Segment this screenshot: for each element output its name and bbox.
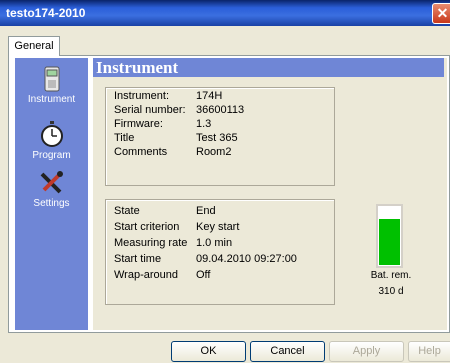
info-label: Title bbox=[114, 132, 135, 144]
title-bar[interactable]: testo174-2010 ✕ bbox=[0, 0, 450, 26]
battery-level-fill bbox=[379, 219, 400, 265]
sidebar-item-instrument-label: Instrument bbox=[27, 94, 76, 105]
ok-button[interactable]: OK bbox=[171, 341, 246, 362]
status-label: Start criterion bbox=[114, 221, 180, 233]
info-value: Test 365 bbox=[196, 132, 238, 144]
help-button[interactable]: Help bbox=[408, 341, 450, 362]
window-title: testo174-2010 bbox=[6, 6, 86, 20]
status-label: Start time bbox=[114, 253, 162, 265]
info-label: Firmware: bbox=[114, 118, 163, 130]
apply-button[interactable]: Apply bbox=[329, 341, 404, 362]
info-value: Room2 bbox=[196, 146, 232, 158]
page-title: Instrument bbox=[93, 58, 444, 77]
sidebar-item-settings[interactable]: Settings bbox=[15, 170, 88, 209]
status-label: Wrap-around bbox=[114, 269, 178, 281]
status-label: Measuring rate bbox=[114, 237, 188, 249]
sidebar-item-settings-label: Settings bbox=[33, 198, 70, 209]
status-group: State End Start criterion Key start Measur… bbox=[105, 199, 335, 305]
status-value: 09.04.2010 09:27:00 bbox=[196, 253, 297, 265]
battery-gauge bbox=[376, 204, 403, 268]
battery-label: Bat. rem. bbox=[370, 270, 412, 281]
stopwatch-icon bbox=[40, 121, 63, 147]
info-value: 1.3 bbox=[196, 118, 212, 130]
instrument-icon bbox=[44, 66, 59, 92]
info-value: 174H bbox=[196, 90, 223, 102]
sidebar-item-instrument[interactable]: Instrument bbox=[15, 66, 88, 105]
info-label: Instrument: bbox=[114, 90, 170, 102]
sidebar-item-program-label: Program bbox=[32, 150, 71, 161]
sidebar: Instrument Program Settings bbox=[15, 58, 88, 330]
info-value: 36600113 bbox=[196, 104, 245, 116]
status-value: Off bbox=[196, 269, 211, 281]
tab-general[interactable]: General bbox=[8, 36, 60, 56]
sidebar-item-program[interactable]: Program bbox=[15, 120, 88, 161]
info-label: Serial number: bbox=[114, 104, 186, 116]
close-button[interactable]: ✕ bbox=[432, 3, 450, 24]
status-value: End bbox=[196, 205, 216, 217]
info-label: Comments bbox=[114, 146, 168, 158]
main-content: Instrument Instrument: 174H Serial number… bbox=[93, 58, 447, 330]
dialog-window: testo174-2010 ✕ General Instrument Progr… bbox=[0, 0, 450, 363]
cancel-button[interactable]: Cancel bbox=[250, 341, 325, 362]
status-value: Key start bbox=[196, 221, 240, 233]
battery-value: 310 d bbox=[378, 286, 404, 297]
tools-icon bbox=[40, 171, 63, 194]
status-label: State bbox=[114, 205, 140, 217]
instrument-info-group: Instrument: 174H Serial number: 36600113 F… bbox=[105, 87, 335, 186]
status-value: 1.0 min bbox=[196, 237, 233, 249]
close-icon[interactable]: ✕ bbox=[437, 5, 449, 21]
tab-general-label: General bbox=[14, 40, 54, 52]
